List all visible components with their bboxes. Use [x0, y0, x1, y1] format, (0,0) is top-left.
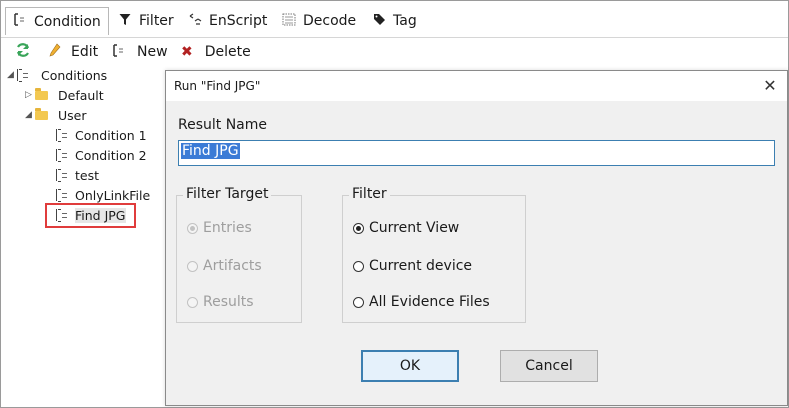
- radio-entries[interactable]: Entries: [187, 220, 252, 236]
- radio-artifacts[interactable]: Artifacts: [187, 258, 262, 274]
- tab-decode[interactable]: Decode: [281, 7, 356, 35]
- radio-current-device[interactable]: Current device: [353, 258, 472, 274]
- refresh-button[interactable]: [15, 42, 31, 62]
- new-label: New: [137, 44, 168, 60]
- radio-label: Current device: [369, 258, 473, 274]
- ok-button[interactable]: OK: [361, 350, 459, 382]
- radio-circle: [187, 296, 198, 308]
- radio-all-evidence-files[interactable]: All Evidence Files: [353, 294, 490, 310]
- tree-item-condition-2[interactable]: Condition 2: [56, 146, 147, 164]
- filter-title: Filter: [349, 186, 390, 202]
- radio-circle: [353, 222, 364, 234]
- filter-target-title: Filter Target: [183, 186, 272, 202]
- dialog-title: Run "Find JPG": [174, 79, 261, 93]
- result-name-value: Find JPG: [181, 143, 240, 159]
- expand-arrow-icon[interactable]: ▷: [25, 90, 35, 100]
- condition-icon: [17, 69, 29, 82]
- tree-item-label: Condition 1: [75, 127, 147, 143]
- delete-button[interactable]: ✖ Delete: [181, 42, 251, 62]
- refresh-icon: [15, 42, 31, 62]
- radio-circle: [353, 260, 364, 272]
- tab-bar: Condition Filter EnScript Decode Tag: [1, 1, 788, 37]
- collapse-arrow-icon[interactable]: ◢: [25, 110, 35, 120]
- tab-decode-label: Decode: [303, 13, 357, 29]
- condition-icon: [12, 13, 28, 30]
- run-dialog: Run "Find JPG" ✕ Result Name Find JPG Fi…: [165, 70, 788, 406]
- result-name-label: Result Name: [178, 117, 268, 133]
- tab-condition[interactable]: Condition: [5, 7, 109, 35]
- radio-circle: [187, 260, 198, 272]
- close-icon[interactable]: ✕: [761, 76, 779, 95]
- edit-label: Edit: [71, 44, 99, 60]
- condition-icon: [56, 149, 68, 162]
- folder-icon: [35, 87, 48, 100]
- condition-icon: [56, 129, 68, 142]
- condition-icon: [56, 189, 68, 202]
- delete-label: Delete: [204, 44, 251, 60]
- tab-condition-label: Condition: [34, 13, 101, 30]
- highlight-box: [45, 203, 136, 228]
- tree-node-default[interactable]: ▷ Default: [25, 86, 104, 104]
- folder-icon: [35, 107, 48, 120]
- dialog-title-bar: Run "Find JPG" ✕: [166, 71, 787, 101]
- radio-label: Results: [203, 294, 254, 310]
- tab-enscript[interactable]: EnScript: [187, 7, 267, 35]
- tab-filter[interactable]: Filter: [117, 7, 174, 35]
- radio-circle: [187, 222, 198, 234]
- radio-current-view[interactable]: Current View: [353, 220, 459, 236]
- radio-label: Current View: [369, 220, 460, 236]
- tab-tag[interactable]: Tag: [371, 7, 417, 35]
- tree-label-user: User: [58, 107, 87, 123]
- radio-results[interactable]: Results: [187, 294, 254, 310]
- radio-circle: [353, 296, 364, 308]
- tree-label-conditions: Conditions: [41, 67, 108, 83]
- cancel-button[interactable]: Cancel: [500, 350, 598, 382]
- enscript-icon: [187, 13, 203, 30]
- tag-icon: [371, 13, 387, 30]
- tree-item-label: test: [75, 167, 100, 183]
- radio-label: Entries: [203, 220, 252, 236]
- filter-icon: [117, 13, 133, 30]
- pencil-icon: [49, 43, 61, 61]
- tab-tag-label: Tag: [393, 13, 417, 29]
- condition-icon: [56, 169, 68, 182]
- collapse-arrow-icon[interactable]: ◢: [7, 70, 17, 80]
- new-condition-icon: [113, 43, 125, 61]
- decode-icon: [281, 13, 297, 30]
- delete-x-icon: ✖: [181, 44, 193, 60]
- new-button[interactable]: New: [113, 42, 168, 62]
- tree-item-onlylinkfile[interactable]: OnlyLinkFile: [56, 186, 150, 204]
- tree-item-label: Condition 2: [75, 147, 147, 163]
- tree-node-user[interactable]: ◢ User: [25, 106, 87, 124]
- tree-item-condition-1[interactable]: Condition 1: [56, 126, 147, 144]
- tree-node-conditions[interactable]: ◢ Conditions: [7, 66, 107, 84]
- tree-label-default: Default: [58, 87, 104, 103]
- toolbar: Edit New ✖ Delete: [1, 37, 788, 66]
- tree-item-label: OnlyLinkFile: [75, 187, 151, 203]
- radio-label: All Evidence Files: [369, 294, 490, 310]
- edit-button[interactable]: Edit: [49, 42, 98, 62]
- tree-item-test[interactable]: test: [56, 166, 99, 184]
- filter-target-group: Filter Target Entries Artifacts Results: [176, 186, 302, 323]
- tab-filter-label: Filter: [139, 13, 174, 29]
- radio-label: Artifacts: [203, 258, 262, 274]
- filter-group: Filter Current View Current device All E…: [342, 186, 526, 323]
- result-name-input[interactable]: Find JPG: [178, 140, 775, 166]
- tab-enscript-label: EnScript: [209, 13, 268, 29]
